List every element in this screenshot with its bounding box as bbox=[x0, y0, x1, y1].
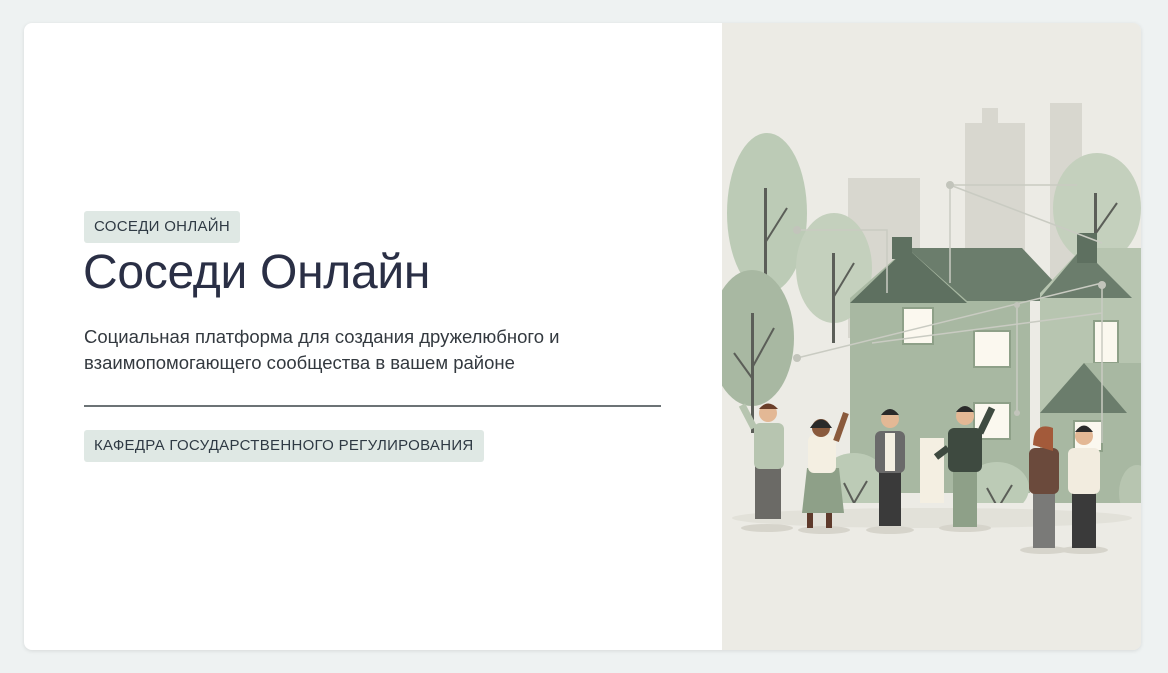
neighbors-illustration bbox=[722, 23, 1141, 650]
page-description: Социальная платформа для создания дружел… bbox=[84, 326, 560, 373]
department-badge: КАФЕДРА ГОСУДАРСТВЕННОГО РЕГУЛИРОВАНИЯ bbox=[84, 430, 484, 462]
text-panel: СОСЕДИ ОНЛАЙН Соседи Онлайн Социальная п… bbox=[24, 23, 722, 650]
slide-card: СОСЕДИ ОНЛАЙН Соседи Онлайн Социальная п… bbox=[24, 23, 1141, 650]
divider bbox=[84, 405, 661, 407]
page-title: Соседи Онлайн bbox=[83, 246, 431, 299]
eyebrow-badge: СОСЕДИ ОНЛАЙН bbox=[84, 211, 240, 243]
illustration-panel bbox=[722, 23, 1141, 650]
